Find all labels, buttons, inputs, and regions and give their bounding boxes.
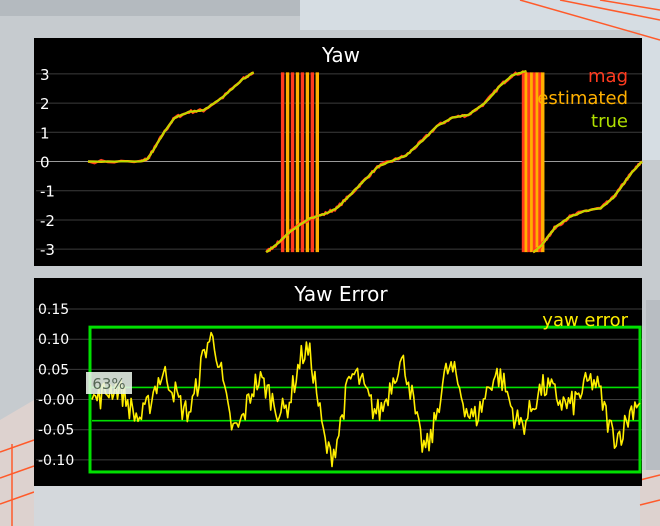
legend-entry-true: true [591,111,628,132]
yaw-error-y-tick-label: 0.05 [38,362,69,378]
legend-entry-mag: mag [588,66,628,87]
yaw-y-tick-label: 1 [40,124,50,142]
scene-floor-tiles-left [0,400,34,526]
yaw-chart-title: Yaw [321,43,360,67]
yaw-error-chart-panel: Yaw Error 0.15 0.10 0.05 -0.00 -0.05 -0.10 63… [34,278,642,486]
yaw-y-tick-label: 2 [40,95,50,113]
yaw-y-tick-label: -2 [40,212,55,230]
yaw-error-y-tick-label: -0.10 [38,453,74,469]
yaw-error-badge-text: 63% [92,375,125,393]
legend-entry-yaw-error: yaw error [542,310,628,331]
scene-floor-tiles-right [640,470,660,526]
yaw-error-y-tick-label: -0.00 [38,393,74,409]
yaw-error-chart-title: Yaw Error [293,282,388,306]
scene-bottom-floor [34,486,642,526]
yaw-y-tick-label: 0 [40,154,50,172]
legend-entry-estimated: estimated [537,88,628,109]
yaw-error-y-tick-label: 0.10 [38,332,69,348]
scene-floor-strip [0,0,300,16]
yaw-y-tick-label: -3 [40,241,55,259]
yaw-y-tick-label: -1 [40,183,55,201]
yaw-y-tick-label: 3 [40,66,50,84]
yaw-error-y-tick-label: 0.15 [38,302,69,318]
simulator-scene: Yaw 3 2 1 0 -1 -2 -3 mag estimated true Yaw Er… [0,0,660,526]
yaw-error-y-tick-label: -0.05 [38,423,74,439]
yaw-chart-panel: Yaw 3 2 1 0 -1 -2 -3 mag estimated true [34,38,643,266]
